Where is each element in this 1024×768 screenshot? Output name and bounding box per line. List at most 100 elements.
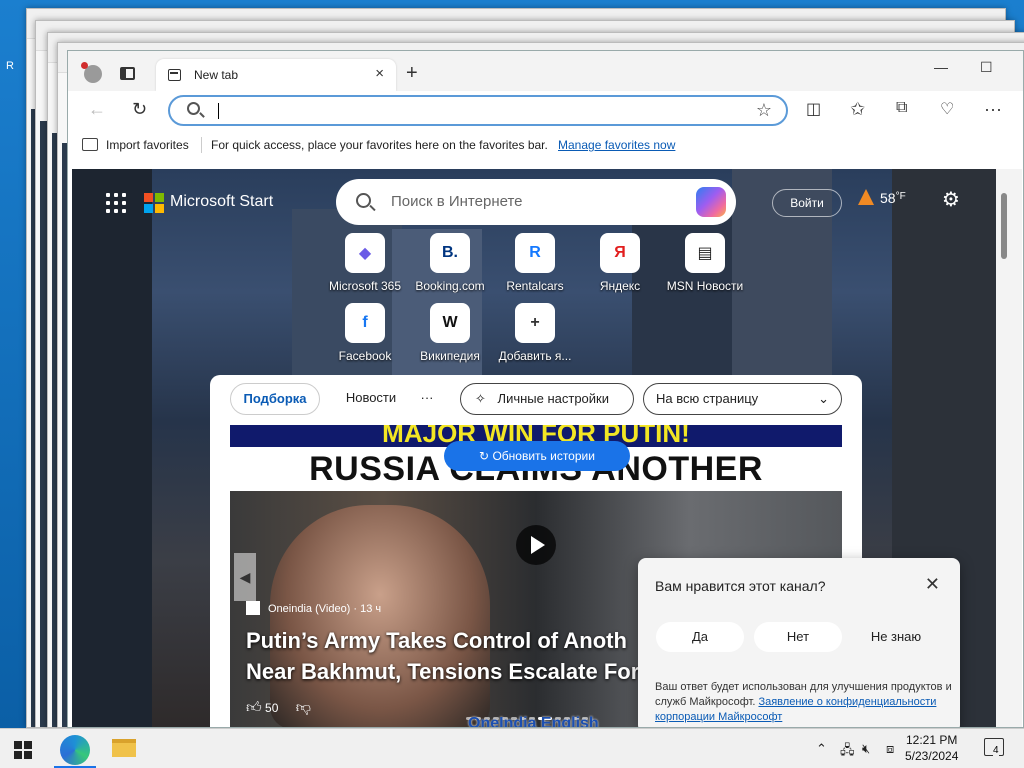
chevron-up-icon[interactable]: ⌃ [816, 741, 827, 757]
network-icon[interactable]: 🖧︎ [840, 741, 855, 763]
microsoft-logo-icon [144, 193, 164, 213]
scrollbar-thumb[interactable] [1001, 193, 1007, 259]
thumbs-down-icon[interactable]: 👎︎ [296, 699, 311, 716]
more-menu-icon[interactable]: ··· [984, 99, 1002, 120]
msn-news-icon: ▤ [685, 233, 725, 273]
layout-dropdown[interactable]: На всю страницу ⌄ [643, 383, 842, 415]
thumbs-up-icon[interactable]: 👍︎ [246, 699, 262, 716]
temperature-unit: °F [895, 191, 906, 202]
quick-link-tile[interactable]: ▤ MSN Новости [660, 233, 750, 293]
close-icon[interactable]: ✕ [925, 574, 940, 595]
video-watermark: OneIndia English [468, 715, 599, 728]
tab-title: New tab [194, 68, 239, 82]
import-favorites-button[interactable]: Import favorites [106, 138, 189, 152]
settings-gear-icon[interactable]: ⚙ [942, 187, 960, 212]
quick-link-label: Facebook [338, 349, 392, 363]
volume-muted-icon[interactable]: 🔇︎ [862, 741, 870, 757]
apps-launcher-icon[interactable] [106, 193, 126, 213]
weather-widget[interactable]: 58°F [858, 189, 906, 206]
booking-icon: B. [430, 233, 470, 273]
yandex-icon: Я [600, 233, 640, 273]
collections-icon[interactable]: ⧉ [896, 99, 907, 117]
like-count: 50 [265, 701, 279, 715]
play-video-icon[interactable] [516, 525, 556, 565]
taskbar: ⌃ 🖧︎ 🔇︎ ⧈ 12:21 PM 5/23/2024 4 [0, 728, 1024, 768]
quick-link-tile[interactable]: B. Booking.com [405, 233, 495, 293]
quick-link-tile[interactable]: f Facebook [320, 303, 410, 363]
sign-in-button[interactable]: Войти [772, 189, 842, 217]
quick-link-tile[interactable]: R Rentalcars [490, 233, 580, 293]
minimize-button[interactable]: — [934, 59, 948, 75]
title-bar: New tab × + — ☐ [68, 51, 1023, 91]
system-clock[interactable]: 12:21 PM 5/23/2024 [905, 732, 958, 764]
profile-avatar[interactable] [81, 62, 102, 83]
notification-count: 4 [993, 745, 999, 756]
quick-link-label: MSN Новости [666, 279, 744, 293]
web-search-box[interactable]: Поиск в Интернете [336, 179, 736, 225]
tab-selected[interactable]: Подборка [230, 383, 320, 415]
maximize-button[interactable]: ☐ [980, 59, 993, 76]
m365-icon: ◆ [345, 233, 385, 273]
import-favorites-icon [82, 138, 98, 151]
refresh-stories-button[interactable]: ↻ Обновить истории [444, 441, 630, 471]
ime-icon[interactable]: ⧈ [886, 741, 894, 757]
divider [201, 137, 202, 153]
desktop-icon-label: R [6, 60, 14, 72]
favorites-hint: For quick access, place your favorites h… [211, 138, 548, 152]
carousel-prev-button[interactable]: ◀ [234, 553, 256, 601]
background-building [72, 169, 152, 727]
quick-link-tile[interactable]: + Добавить я... [490, 303, 580, 363]
reactions: 👍︎ 50 👎︎ [246, 699, 311, 717]
back-arrow-icon[interactable]: ← [88, 99, 106, 120]
brand-title[interactable]: Microsoft Start [170, 193, 273, 211]
page-scrollbar[interactable] [996, 169, 1022, 727]
feedback-dont-know-button[interactable]: Не знаю [852, 622, 940, 652]
refresh-icon: ↻ [479, 449, 490, 463]
quick-link-label: Rentalcars [506, 279, 564, 293]
navigation-toolbar: ← ↻ ☆ ◫ ✩ ⧉ ♡ ··· [68, 91, 1023, 129]
edge-taskbar-icon[interactable] [60, 735, 90, 765]
facebook-icon: f [345, 303, 385, 343]
address-bar[interactable]: ☆ [168, 95, 788, 126]
address-input[interactable] [225, 100, 745, 122]
weather-alert-icon [858, 189, 874, 205]
new-tab-button[interactable]: + [406, 62, 418, 85]
feedback-yes-button[interactable]: Да [656, 622, 744, 652]
feedback-no-button[interactable]: Нет [754, 622, 842, 652]
clock-date: 5/23/2024 [905, 749, 959, 763]
feedback-popup: Вам нравится этот канал? ✕ Да Нет Не зна… [638, 558, 960, 727]
add-icon: + [515, 303, 555, 343]
carousel-dots [466, 707, 606, 720]
feedback-note: Ваш ответ будет использован для улучшени… [655, 680, 955, 725]
tab-close-icon[interactable]: × [375, 65, 384, 82]
quick-link-label: Добавить я... [498, 349, 572, 363]
edge-browser-window: New tab × + — ☐ ← ↻ ☆ ◫ ✩ ⧉ ♡ ··· Import… [67, 50, 1024, 728]
favorite-star-icon[interactable]: ☆ [756, 100, 772, 121]
favorites-icon[interactable]: ✩ [850, 99, 865, 120]
quick-link-tile[interactable]: ◆ Microsoft 365 [320, 233, 410, 293]
quick-link-label: Booking.com [415, 279, 485, 293]
file-explorer-icon[interactable] [112, 739, 136, 757]
tab-news[interactable]: Новости [336, 383, 406, 415]
quick-link-tile[interactable]: W Википедия [405, 303, 495, 363]
copilot-icon[interactable] [696, 187, 726, 217]
more-tabs-button[interactable]: ··· [412, 383, 442, 415]
personalize-button[interactable]: ✧ Личные настройки [460, 383, 634, 415]
personalize-label: Личные настройки [497, 391, 609, 406]
temperature: 58 [880, 190, 896, 206]
refresh-icon[interactable]: ↻ [132, 99, 147, 120]
quick-link-tile[interactable]: Я Яндекс [575, 233, 665, 293]
article-source: Oneindia (Video) · 13 ч [246, 601, 381, 615]
notification-center-icon[interactable]: 4 [984, 738, 1004, 756]
feedback-question: Вам нравится этот канал? [655, 578, 826, 594]
favorites-bar: Import favorites For quick access, place… [68, 131, 1023, 159]
manage-favorites-link[interactable]: Manage favorites now [558, 138, 675, 152]
rentalcars-icon: R [515, 233, 555, 273]
text-caret [218, 103, 219, 119]
tab-new-tab[interactable]: New tab × [156, 59, 396, 91]
windows-start-icon[interactable] [14, 741, 32, 759]
split-screen-icon[interactable]: ◫ [806, 99, 821, 119]
new-tab-page: Microsoft Start Поиск в Интернете Войти … [72, 169, 998, 728]
tab-actions-icon[interactable] [120, 67, 135, 80]
browser-essentials-icon[interactable]: ♡ [940, 99, 954, 119]
